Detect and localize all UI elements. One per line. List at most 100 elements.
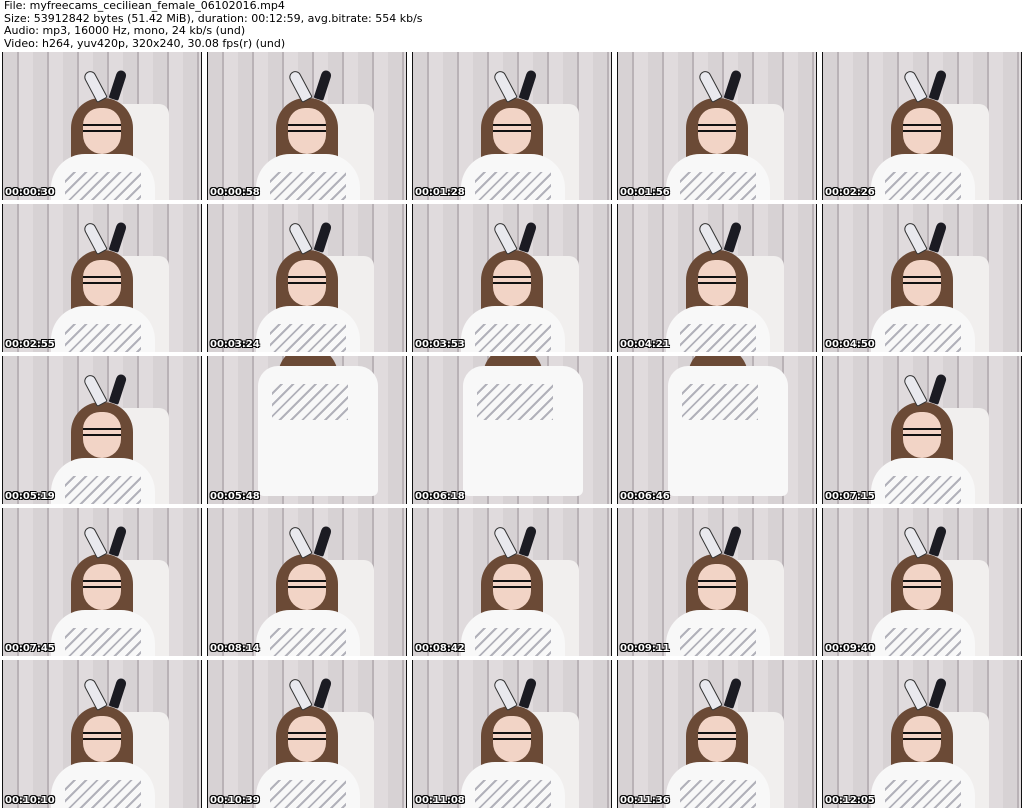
glasses — [288, 732, 326, 740]
glasses — [698, 124, 736, 132]
timestamp: 00:07:15 — [825, 491, 875, 502]
shirt — [666, 610, 770, 656]
video-thumbnail: 00:01:56 — [617, 52, 817, 200]
video-thumbnail: 00:07:45 — [2, 508, 202, 656]
person-figure — [863, 221, 983, 352]
shirt — [666, 306, 770, 352]
shirt — [668, 366, 788, 496]
shirt — [463, 366, 583, 496]
video-thumbnail: 00:03:24 — [207, 204, 407, 352]
shirt — [871, 458, 975, 504]
video-thumbnail: 00:10:10 — [2, 660, 202, 808]
timestamp: 00:02:55 — [5, 339, 55, 350]
timestamp: 00:08:42 — [415, 643, 465, 654]
timestamp: 00:04:50 — [825, 339, 875, 350]
shirt — [461, 610, 565, 656]
person-figure — [43, 373, 163, 504]
timestamp: 00:05:48 — [210, 491, 260, 502]
glasses — [903, 732, 941, 740]
person-figure — [863, 677, 983, 808]
person-figure — [43, 525, 163, 656]
video-thumbnail: 00:08:42 — [412, 508, 612, 656]
video-thumbnail: 00:04:21 — [617, 204, 817, 352]
shirt — [461, 154, 565, 200]
glasses — [903, 124, 941, 132]
shirt — [871, 610, 975, 656]
timestamp: 00:11:36 — [620, 795, 670, 806]
shirt — [51, 154, 155, 200]
person-figure — [658, 525, 778, 656]
person-figure — [248, 221, 368, 352]
video-line: Video: h264, yuv420p, 320x240, 30.08 fps… — [4, 36, 286, 50]
glasses — [288, 580, 326, 588]
person-figure — [43, 221, 163, 352]
person-figure — [863, 69, 983, 200]
shirt — [51, 458, 155, 504]
audio-line: Audio: mp3, 16000 Hz, mono, 24 kb/s (und… — [4, 24, 246, 37]
video-thumbnail: 00:06:46 — [617, 356, 817, 504]
shirt — [666, 762, 770, 808]
timestamp: 00:09:11 — [620, 643, 670, 654]
glasses — [83, 276, 121, 284]
glasses — [493, 580, 531, 588]
person-figure — [248, 677, 368, 808]
timestamp: 00:06:18 — [415, 491, 465, 502]
person-figure — [238, 356, 388, 504]
timestamp: 00:10:10 — [5, 795, 55, 806]
glasses — [698, 276, 736, 284]
person-figure — [453, 677, 573, 808]
video-thumbnail: 00:00:58 — [207, 52, 407, 200]
video-thumbnail: 00:12:05 — [822, 660, 1022, 808]
timestamp: 00:12:05 — [825, 795, 875, 806]
glasses — [698, 580, 736, 588]
video-thumbnail: 00:05:48 — [207, 356, 407, 504]
glasses — [83, 428, 121, 436]
glasses — [903, 428, 941, 436]
shirt — [256, 154, 360, 200]
timestamp: 00:03:24 — [210, 339, 260, 350]
timestamp: 00:02:26 — [825, 187, 875, 198]
timestamp: 00:01:28 — [415, 187, 465, 198]
timestamp: 00:05:19 — [5, 491, 55, 502]
glasses — [903, 580, 941, 588]
timestamp: 00:10:39 — [210, 795, 260, 806]
video-thumbnail: 00:01:28 — [412, 52, 612, 200]
timestamp: 00:09:40 — [825, 643, 875, 654]
glasses — [288, 124, 326, 132]
video-thumbnail: 00:09:11 — [617, 508, 817, 656]
glasses — [493, 124, 531, 132]
timestamp: 00:01:56 — [620, 187, 670, 198]
timestamp: 00:08:14 — [210, 643, 260, 654]
person-figure — [453, 69, 573, 200]
shirt — [871, 762, 975, 808]
video-thumbnail: 00:03:53 — [412, 204, 612, 352]
shirt — [871, 154, 975, 200]
video-thumbnail: 00:05:19 — [2, 356, 202, 504]
video-thumbnail: 00:02:55 — [2, 204, 202, 352]
timestamp: 00:00:30 — [5, 187, 55, 198]
person-figure — [43, 69, 163, 200]
video-thumbnail: 00:11:08 — [412, 660, 612, 808]
glasses — [83, 580, 121, 588]
person-figure — [453, 221, 573, 352]
person-figure — [863, 373, 983, 504]
shirt — [256, 762, 360, 808]
person-figure — [658, 677, 778, 808]
video-thumbnail: 00:10:39 — [207, 660, 407, 808]
video-thumbnail: 00:09:40 — [822, 508, 1022, 656]
timestamp: 00:11:08 — [415, 795, 465, 806]
person-figure — [43, 677, 163, 808]
person-figure — [648, 356, 798, 504]
video-thumbnail: 00:04:50 — [822, 204, 1022, 352]
shirt — [461, 306, 565, 352]
file-info: File: myfreecams_ceciliean_female_061020… — [4, 0, 423, 50]
glasses — [83, 124, 121, 132]
timestamp: 00:00:58 — [210, 187, 260, 198]
video-thumbnail: 00:11:36 — [617, 660, 817, 808]
video-thumbnail: 00:02:26 — [822, 52, 1022, 200]
video-thumbnail: 00:06:18 — [412, 356, 612, 504]
shirt — [666, 154, 770, 200]
glasses — [288, 276, 326, 284]
glasses — [903, 276, 941, 284]
shirt — [256, 306, 360, 352]
